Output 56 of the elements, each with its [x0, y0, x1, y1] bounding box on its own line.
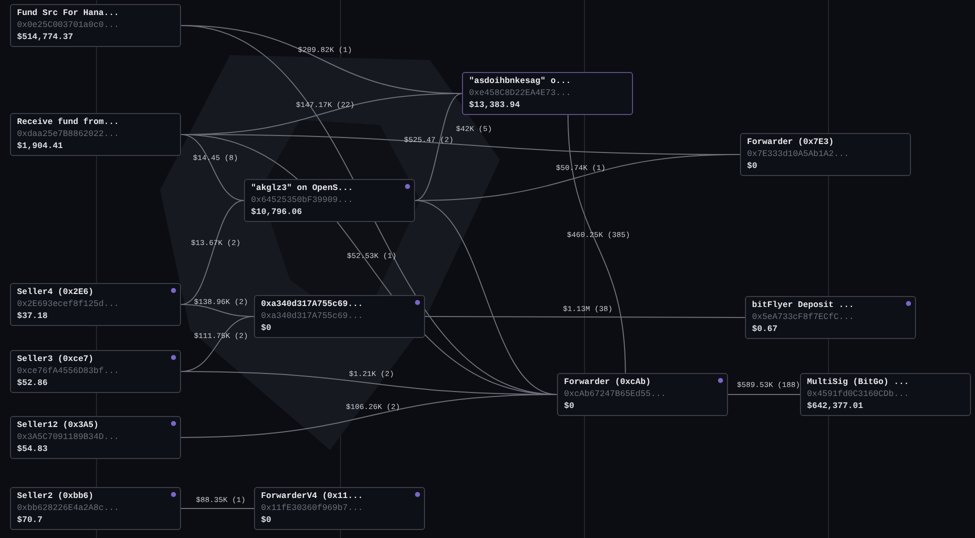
- entity-address: 0xcAb67247B65Ed55...: [564, 389, 668, 400]
- entity-name: MultiSig (BitGo) ...: [807, 377, 910, 388]
- entity-balance: $70.7: [17, 515, 44, 526]
- entity-address: 0x11fE30360f969b7...: [261, 503, 364, 514]
- entity-name: Fund Src For Hana...: [17, 8, 120, 19]
- entity-node[interactable]: ForwarderV4 (0x11... 0x11fE30360f969b7... $0: [254, 487, 425, 530]
- entity-node[interactable]: "akglz3" on OpenS... 0x64525350bF39909... $10,796.06: [244, 179, 415, 222]
- entity-node[interactable]: Seller2 (0xbb6) 0xbb628226E4a2A8c... $70.7: [10, 487, 181, 530]
- entity-name: Seller4 (0x2E6): [17, 287, 95, 298]
- entity-node[interactable]: Fund Src For Hana... 0x0e25C003701a0c0... $514,774.37: [10, 4, 181, 47]
- entity-node[interactable]: Receive fund from... 0xdaa25e7B8862022... $1,904.41: [10, 113, 181, 156]
- entity-address: 0x7E333d10A5Ab1A2...: [747, 149, 850, 160]
- entity-address: 0xdaa25e7B8862022...: [17, 129, 120, 140]
- entity-node[interactable]: Seller12 (0x3A5) 0x3A5C7091189B34D... $54.83: [10, 416, 181, 459]
- entity-name: Seller3 (0xce7): [17, 354, 95, 365]
- entity-address: 0x0e25C003701a0c0...: [17, 20, 120, 31]
- entity-balance: $52.86: [17, 378, 49, 389]
- entity-address: 0xbb628226E4a2A8c...: [17, 503, 120, 514]
- entity-node[interactable]: Seller4 (0x2E6) 0x2E693ecef8f125d... $37.18: [10, 283, 181, 326]
- entity-address: 0x5eA733cF8f7ECfC...: [752, 312, 856, 323]
- entity-balance: $0: [564, 401, 576, 412]
- entity-balance: $0: [747, 161, 758, 172]
- entity-name: ForwarderV4 (0x11...: [261, 491, 364, 502]
- entity-name: Forwarder (0xcAb): [564, 377, 652, 388]
- entity-address: 0x4591fd0C3160CDb...: [807, 389, 910, 400]
- entity-balance: $642,377.01: [807, 401, 864, 412]
- entity-node[interactable]: MultiSig (BitGo) ... 0x4591fd0C3160CDb... $642,377.01: [800, 373, 971, 416]
- entity-balance: $1,904.41: [17, 141, 64, 152]
- entity-node[interactable]: 0xa340d317A755c69... 0xa340d317A755c69... $0: [254, 295, 425, 338]
- entity-name: "akglz3" on OpenS...: [251, 183, 354, 194]
- entity-address: 0xce76fA4556D83bf...: [17, 366, 120, 377]
- entity-name: Forwarder (0x7E3): [747, 137, 835, 148]
- entity-name: 0xa340d317A755c69...: [261, 299, 364, 310]
- entity-address: 0x3A5C7091189B34D...: [17, 432, 120, 443]
- entity-address: 0xa340d317A755c69...: [261, 311, 364, 322]
- entity-address: 0x2E693ecef8f125d...: [17, 299, 120, 310]
- entity-balance: $0: [261, 515, 272, 526]
- entity-node[interactable]: Forwarder (0xcAb) 0xcAb67247B65Ed55... $0: [557, 373, 728, 416]
- entity-address: 0xe458C8D22EA4E73...: [469, 88, 572, 99]
- entity-node[interactable]: bitFlyer Deposit ... 0x5eA733cF8f7ECfC... $0.67: [745, 296, 916, 339]
- entity-balance: $13,383.94: [469, 100, 522, 111]
- entity-name: Seller12 (0x3A5): [17, 420, 100, 431]
- entity-name: "asdoihbnkesag" o...: [469, 76, 572, 87]
- entity-balance: $514,774.37: [17, 32, 74, 43]
- entity-balance: $0: [261, 323, 272, 334]
- entity-node[interactable]: Forwarder (0x7E3) 0x7E333d10A5Ab1A2... $0: [740, 133, 911, 176]
- entity-name: Receive fund from...: [17, 117, 120, 128]
- entity-balance: $54.83: [17, 444, 49, 455]
- entity-node[interactable]: Seller3 (0xce7) 0xce76fA4556D83bf... $52.86: [10, 350, 181, 393]
- entity-name: Seller2 (0xbb6): [17, 491, 95, 502]
- entity-node[interactable]: "asdoihbnkesag" o... 0xe458C8D22EA4E73... $13,383.94: [462, 72, 633, 115]
- entity-balance: $0.67: [752, 324, 779, 335]
- entity-address: 0x64525350bF39909...: [251, 195, 354, 206]
- entity-name: bitFlyer Deposit ...: [752, 300, 856, 311]
- entity-balance: $10,796.06: [251, 207, 304, 218]
- entity-balance: $37.18: [17, 311, 49, 322]
